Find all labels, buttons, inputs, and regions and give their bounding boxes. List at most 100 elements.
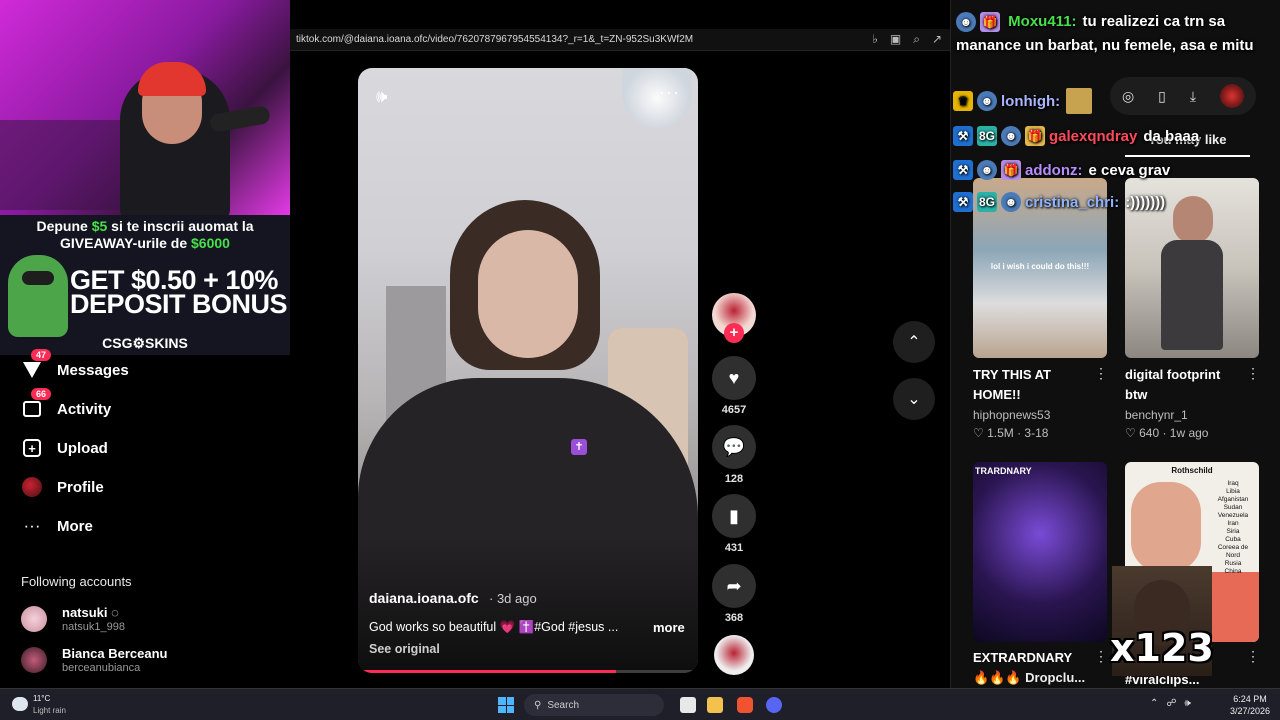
giveaway-amount: $5 bbox=[91, 218, 108, 234]
save-action[interactable]: ▮ 431 bbox=[712, 494, 756, 554]
caption-more-button[interactable]: more bbox=[653, 620, 685, 635]
subject-face bbox=[478, 230, 578, 358]
more-icon: ··· bbox=[23, 516, 41, 535]
sidebar-item-activity[interactable]: 66 Activity bbox=[21, 388, 111, 422]
card-username[interactable]: benchynr_1 bbox=[1125, 408, 1188, 422]
task-view-icon[interactable] bbox=[680, 697, 696, 713]
clock-date: 3/27/2026 bbox=[1229, 706, 1271, 716]
sidebar-item-label: Messages bbox=[57, 361, 129, 379]
card-more-icon[interactable]: ⋮ bbox=[1246, 648, 1260, 665]
comment-icon[interactable]: 💬 bbox=[712, 425, 756, 469]
browser-address-bar[interactable]: tiktok.com/@daiana.ioana.ofc/video/76207… bbox=[290, 29, 950, 51]
country-item: Siria bbox=[1226, 528, 1240, 535]
following-account[interactable]: Bianca Berceanu berceanubianca bbox=[21, 644, 168, 676]
floating-toolbar: ◎ ▯ ⤓ bbox=[1110, 77, 1256, 115]
sponsor-ad-overlay: Depune $5 si te inscrii auomat la GIVEAW… bbox=[0, 215, 290, 355]
card-more-icon[interactable]: ⋮ bbox=[1094, 648, 1108, 665]
chat-text: da baaa bbox=[1143, 127, 1200, 145]
sidebar-item-messages[interactable]: 47 Messages bbox=[21, 349, 129, 383]
sidebar-item-label: More bbox=[57, 517, 93, 535]
card-username[interactable]: 🔥🔥🔥 Dropclu... bbox=[973, 670, 1085, 686]
card-title[interactable]: digital footprint btw bbox=[1125, 365, 1245, 405]
video-player[interactable]: ✝ 🕪 ··· daiana.ioana.ofc · 3d ago God wo… bbox=[358, 68, 698, 673]
giveaway-text: GIVEAWAY-urile de bbox=[60, 235, 188, 251]
country-item: Sudan bbox=[1223, 504, 1243, 511]
windows-taskbar: 11°C Light rain ⚲ Search ⌃ ☍ 🕪 6:24 PM 3… bbox=[0, 688, 1280, 720]
video-thumbnail[interactable]: TRARDNARY bbox=[973, 462, 1107, 642]
network-icon[interactable]: ☍ bbox=[1166, 698, 1176, 709]
chevron-down-icon: ⌄ bbox=[907, 391, 921, 408]
start-button[interactable] bbox=[498, 697, 514, 713]
weather-temperature[interactable]: 11°C bbox=[33, 694, 50, 703]
download-icon[interactable]: ⤓ bbox=[1190, 88, 1196, 105]
card-more-icon[interactable]: ⋮ bbox=[1246, 365, 1260, 382]
sidebar-item-label: Upload bbox=[57, 439, 108, 457]
discord-icon[interactable] bbox=[766, 697, 782, 713]
volume-icon[interactable]: 🕪 bbox=[1185, 698, 1191, 709]
system-clock[interactable]: 6:24 PM 3/27/2026 bbox=[1224, 693, 1276, 717]
chat-emote bbox=[1066, 88, 1093, 114]
phone-icon[interactable]: ▯ bbox=[1158, 88, 1166, 105]
url-text[interactable]: tiktok.com/@daiana.ioana.ofc/video/76207… bbox=[296, 34, 693, 45]
messages-badge: 47 bbox=[31, 349, 52, 361]
account-name: Bianca Berceanu bbox=[62, 646, 168, 661]
video-options-icon[interactable]: ··· bbox=[659, 82, 680, 103]
card-username[interactable]: hiphopnews53 bbox=[973, 408, 1050, 422]
volume-icon[interactable]: 🕪 bbox=[376, 86, 387, 107]
next-video-button[interactable]: ⌄ bbox=[893, 378, 935, 420]
zoom-icon[interactable]: ⌕ bbox=[913, 32, 920, 47]
music-disc[interactable] bbox=[714, 635, 754, 675]
share-action[interactable]: ➦ 368 bbox=[712, 564, 756, 624]
country-item: Venezuela bbox=[1217, 512, 1249, 519]
giveaway-line-1: Depune $5 si te inscrii auomat la bbox=[0, 218, 290, 234]
share-icon[interactable]: ↗ bbox=[932, 32, 942, 47]
video-progress-bar[interactable] bbox=[358, 670, 698, 673]
brave-browser-icon[interactable] bbox=[737, 697, 753, 713]
bookmark-icon[interactable]: ▮ bbox=[712, 494, 756, 538]
file-explorer-icon[interactable] bbox=[707, 697, 723, 713]
chat-message: ⚒ 8G ☻ cristina_chri::))))))) bbox=[953, 190, 1165, 214]
gift-badge-icon: 🎁 bbox=[1001, 160, 1021, 180]
sidebar-item-label: Profile bbox=[57, 478, 104, 496]
previous-video-button[interactable]: ⌃ bbox=[893, 321, 935, 363]
record-icon[interactable] bbox=[1219, 84, 1244, 108]
card-title[interactable]: TRY THIS AT HOME!! bbox=[973, 365, 1093, 405]
mute-tab-icon[interactable]: ♭ bbox=[872, 32, 878, 47]
account-name: natsuki ◌ bbox=[62, 605, 119, 620]
activity-icon: 66 bbox=[21, 388, 52, 420]
save-count: 431 bbox=[724, 542, 744, 554]
pip-icon[interactable]: ▣ bbox=[890, 32, 901, 47]
share-arrow-icon[interactable]: ➦ bbox=[712, 564, 756, 608]
follow-plus-button[interactable]: + bbox=[724, 323, 744, 343]
account-username: berceanubianca bbox=[62, 662, 141, 674]
card-title[interactable]: EXTRARDNARY bbox=[973, 648, 1093, 668]
sidebar-item-upload[interactable]: + Upload bbox=[21, 435, 108, 461]
heart-icon[interactable]: ♥ bbox=[712, 356, 756, 400]
see-original-button[interactable]: See original bbox=[369, 642, 440, 656]
avatar bbox=[21, 647, 47, 673]
avatar bbox=[21, 606, 47, 632]
webcam-background-shelf bbox=[0, 120, 120, 210]
card-stats: ♡ 640 · 1w ago bbox=[1125, 426, 1209, 440]
comment-action[interactable]: 💬 128 bbox=[712, 425, 756, 485]
messages-icon: 47 bbox=[21, 349, 52, 381]
crown-badge-icon: ♕ bbox=[953, 91, 973, 111]
weather-condition[interactable]: Light rain bbox=[33, 706, 66, 715]
cloud-icon[interactable] bbox=[12, 697, 28, 711]
search-placeholder: Search bbox=[547, 699, 580, 711]
compass-icon[interactable]: ◎ bbox=[1122, 88, 1134, 105]
video-author[interactable]: daiana.ioana.ofc bbox=[369, 590, 479, 606]
card-stats: ♡ 1.5M · 3-18 bbox=[973, 426, 1049, 440]
chevron-up-icon[interactable]: ⌃ bbox=[1150, 698, 1158, 709]
chat-text: tu realizezi ca trn sa manance un barbat… bbox=[956, 13, 1254, 54]
like-action[interactable]: ♥ 4657 bbox=[712, 356, 756, 416]
sidebar-item-profile[interactable]: Profile bbox=[21, 474, 104, 500]
video-age: · 3d ago bbox=[489, 591, 537, 606]
card-more-icon[interactable]: ⋮ bbox=[1094, 365, 1108, 382]
share-count: 368 bbox=[724, 612, 744, 624]
country-item: Rusia bbox=[1224, 560, 1242, 567]
sidebar-item-more[interactable]: ··· More bbox=[21, 513, 93, 539]
following-account[interactable]: natsuki ◌ natsuk1_998 bbox=[21, 603, 125, 635]
streamer-webcam bbox=[0, 0, 290, 215]
taskbar-search[interactable]: ⚲ Search bbox=[524, 694, 664, 716]
